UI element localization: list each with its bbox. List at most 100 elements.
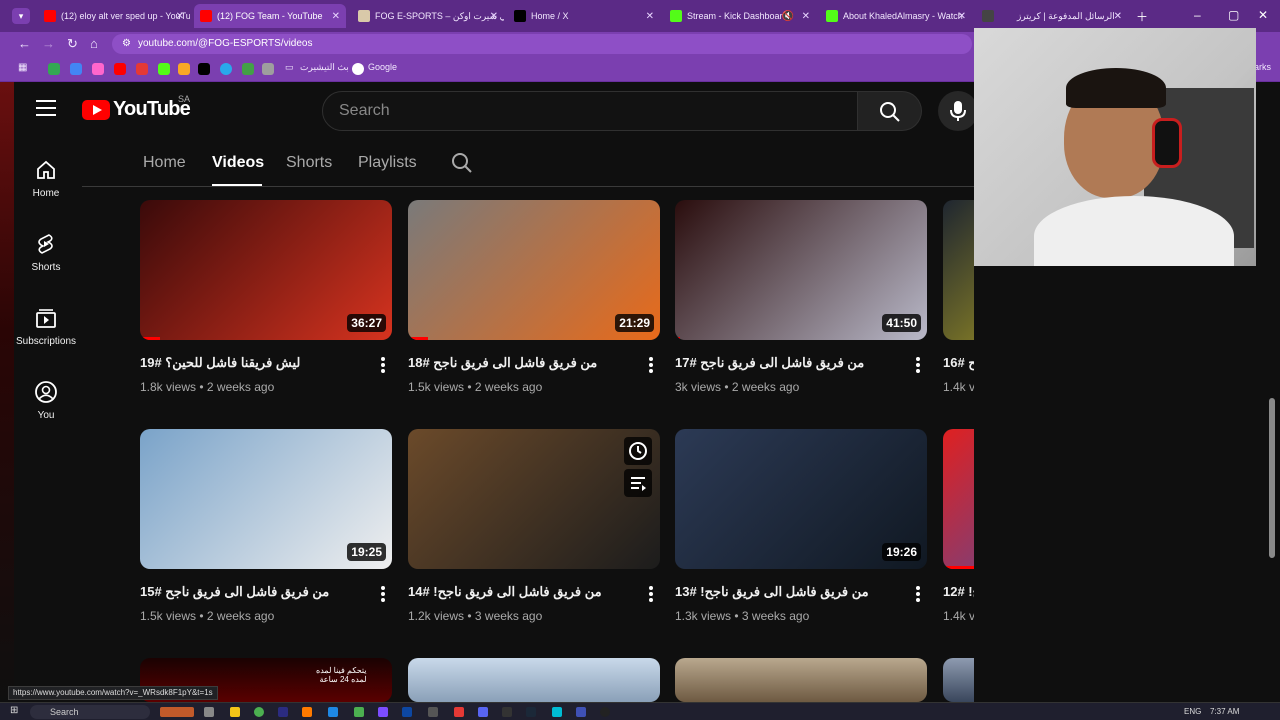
tab-shorts[interactable]: Shorts [286, 154, 332, 172]
taskbar-app-icon[interactable] [204, 707, 214, 717]
forward-arrow-icon[interactable]: → [42, 36, 55, 51]
youtube-bookmark-icon[interactable] [114, 63, 126, 75]
search-input[interactable]: Search [322, 91, 858, 131]
bookmark-folder-label[interactable]: بث التيشيرت [300, 62, 349, 73]
tab-search-dropdown-icon[interactable]: ▾ [12, 8, 30, 24]
taskbar-app-icon[interactable] [428, 707, 438, 717]
video-thumbnail[interactable]: 19:26 [675, 429, 927, 569]
steam-taskbar-icon[interactable] [526, 707, 536, 717]
close-window-icon[interactable]: ✕ [1258, 8, 1268, 22]
browser-tab[interactable]: (12) eloy alt ver sped up - YouTu ✕ [38, 4, 190, 28]
kick-bookmark-icon[interactable] [158, 63, 170, 75]
sidebar-item-you[interactable]: You [14, 380, 78, 421]
more-actions-icon[interactable] [649, 357, 653, 375]
browser-tab[interactable]: Stream - Kick Dashboard 🔇 ✕ [664, 4, 816, 28]
mute-tab-icon[interactable]: 🔇 [782, 11, 794, 22]
bookmark-icon[interactable] [242, 63, 254, 75]
google-bookmark-label[interactable]: Google [368, 62, 397, 72]
close-tab-icon[interactable]: ✕ [490, 11, 498, 22]
taskbar-app-icon[interactable] [354, 707, 364, 717]
more-actions-icon[interactable] [381, 586, 385, 604]
minimize-window-icon[interactable]: – [1194, 8, 1201, 22]
voice-search-button[interactable] [938, 91, 978, 131]
sidebar-item-subscriptions[interactable]: Subscriptions [14, 306, 78, 347]
all-bookmarks-label[interactable]: arks [1254, 62, 1271, 72]
video-thumbnail[interactable]: 21:29 [408, 200, 660, 340]
tab-videos[interactable]: Videos [212, 154, 264, 172]
start-button-icon[interactable]: ⊞ [10, 705, 18, 716]
video-thumbnail[interactable]: 19:25 [140, 429, 392, 569]
more-actions-icon[interactable] [916, 357, 920, 375]
chrome-taskbar-icon[interactable] [254, 707, 264, 717]
video-title[interactable]: ليش فريقنا فاشل للحين؟ #19 [140, 355, 360, 371]
close-tab-icon[interactable]: ✕ [958, 11, 966, 22]
taskbar-app-icon[interactable] [230, 707, 240, 717]
menu-icon[interactable] [36, 100, 56, 116]
url-field[interactable]: ⚙ youtube.com/@FOG-ESPORTS/videos [112, 34, 972, 54]
tab-home[interactable]: Home [143, 154, 186, 172]
bookmark-icon[interactable] [136, 63, 148, 75]
back-arrow-icon[interactable]: ← [18, 36, 31, 51]
taskbar-app-icon[interactable] [502, 707, 512, 717]
discord-taskbar-icon[interactable] [478, 707, 488, 717]
browser-tab[interactable]: FOG E-SPORTS – تي شيرت اوكن ✕ [352, 4, 504, 28]
more-actions-icon[interactable] [916, 586, 920, 604]
video-title[interactable]: من فريق فاشل الى فريق ناجح #18 [408, 355, 628, 371]
channel-search-icon[interactable] [450, 151, 474, 175]
video-thumbnail[interactable]: 36:27 [140, 200, 392, 340]
obs-taskbar-icon[interactable] [600, 707, 610, 717]
tab-playlists[interactable]: Playlists [358, 154, 417, 172]
bookmark-icon[interactable] [48, 63, 60, 75]
video-title[interactable]: من فريق فاشل الى فريق ناجح! #13 [675, 584, 895, 600]
site-info-icon[interactable]: ⚙ [122, 34, 131, 54]
browser-tab[interactable]: About KhaledAlmasry - Watch ✕ [820, 4, 972, 28]
home-button-icon[interactable]: ⌂ [90, 36, 98, 51]
taskbar-app-icon[interactable] [302, 707, 312, 717]
more-actions-icon[interactable] [381, 357, 385, 375]
search-button[interactable] [858, 91, 922, 131]
google-bookmark-icon[interactable] [352, 63, 364, 75]
taskbar-app-icon[interactable] [552, 707, 562, 717]
sidebar-item-shorts[interactable]: Shorts [14, 232, 78, 273]
browser-tab[interactable]: Home / X ✕ [508, 4, 660, 28]
watch-later-icon[interactable] [624, 437, 652, 465]
video-title[interactable]: من فريق فاشل الى فريق ناجح! #14 [408, 584, 628, 600]
video-title[interactable]: من فريق فاشل الى فريق ناجح #15 [140, 584, 360, 600]
close-tab-icon[interactable]: ✕ [1114, 11, 1122, 22]
page-scrollbar[interactable] [1269, 398, 1275, 558]
bookmark-icon[interactable] [92, 63, 104, 75]
taskbar-app-icon[interactable] [160, 707, 194, 717]
close-tab-icon[interactable]: ✕ [646, 11, 654, 22]
sidebar-item-home[interactable]: Home [14, 158, 78, 199]
taskbar-app-icon[interactable] [378, 707, 388, 717]
maximize-window-icon[interactable]: ▢ [1228, 8, 1239, 22]
taskbar-app-icon[interactable] [402, 707, 412, 717]
taskbar-app-icon[interactable] [328, 707, 338, 717]
youtube-logo[interactable]: YouTube [82, 98, 191, 121]
apps-grid-icon[interactable]: ▦ [18, 62, 27, 73]
browser-tab-active[interactable]: (12) FOG Team - YouTube ✕ [194, 4, 346, 28]
video-thumbnail-partial[interactable] [675, 658, 927, 702]
taskbar-app-icon[interactable] [278, 707, 288, 717]
browser-tab[interactable]: الرسائل المدفوعة | كريترز ✕ [976, 4, 1128, 28]
more-actions-icon[interactable] [649, 586, 653, 604]
bookmark-icon[interactable] [262, 63, 274, 75]
video-title[interactable]: من فريق فاشل الى فريق ناجح #17 [675, 355, 895, 371]
close-tab-icon[interactable]: ✕ [176, 11, 184, 22]
telegram-bookmark-icon[interactable] [220, 63, 232, 75]
taskbar-search-input[interactable]: Search [30, 705, 150, 719]
taskbar-app-icon[interactable] [576, 707, 586, 717]
add-to-queue-icon[interactable] [624, 469, 652, 497]
bookmark-icon[interactable] [178, 63, 190, 75]
language-indicator[interactable]: ENG [1184, 707, 1201, 716]
video-thumbnail[interactable]: 41:50 [675, 200, 927, 340]
video-thumbnail[interactable] [408, 429, 660, 569]
taskbar-app-icon[interactable] [454, 707, 464, 717]
folder-icon[interactable]: ▭ [285, 62, 294, 73]
close-tab-icon[interactable]: ✕ [802, 11, 810, 22]
bookmark-icon[interactable] [70, 63, 82, 75]
close-tab-icon[interactable]: ✕ [332, 11, 340, 22]
x-bookmark-icon[interactable] [198, 63, 210, 75]
new-tab-icon[interactable]: ＋ [1136, 8, 1148, 25]
reload-icon[interactable]: ↻ [67, 36, 78, 52]
